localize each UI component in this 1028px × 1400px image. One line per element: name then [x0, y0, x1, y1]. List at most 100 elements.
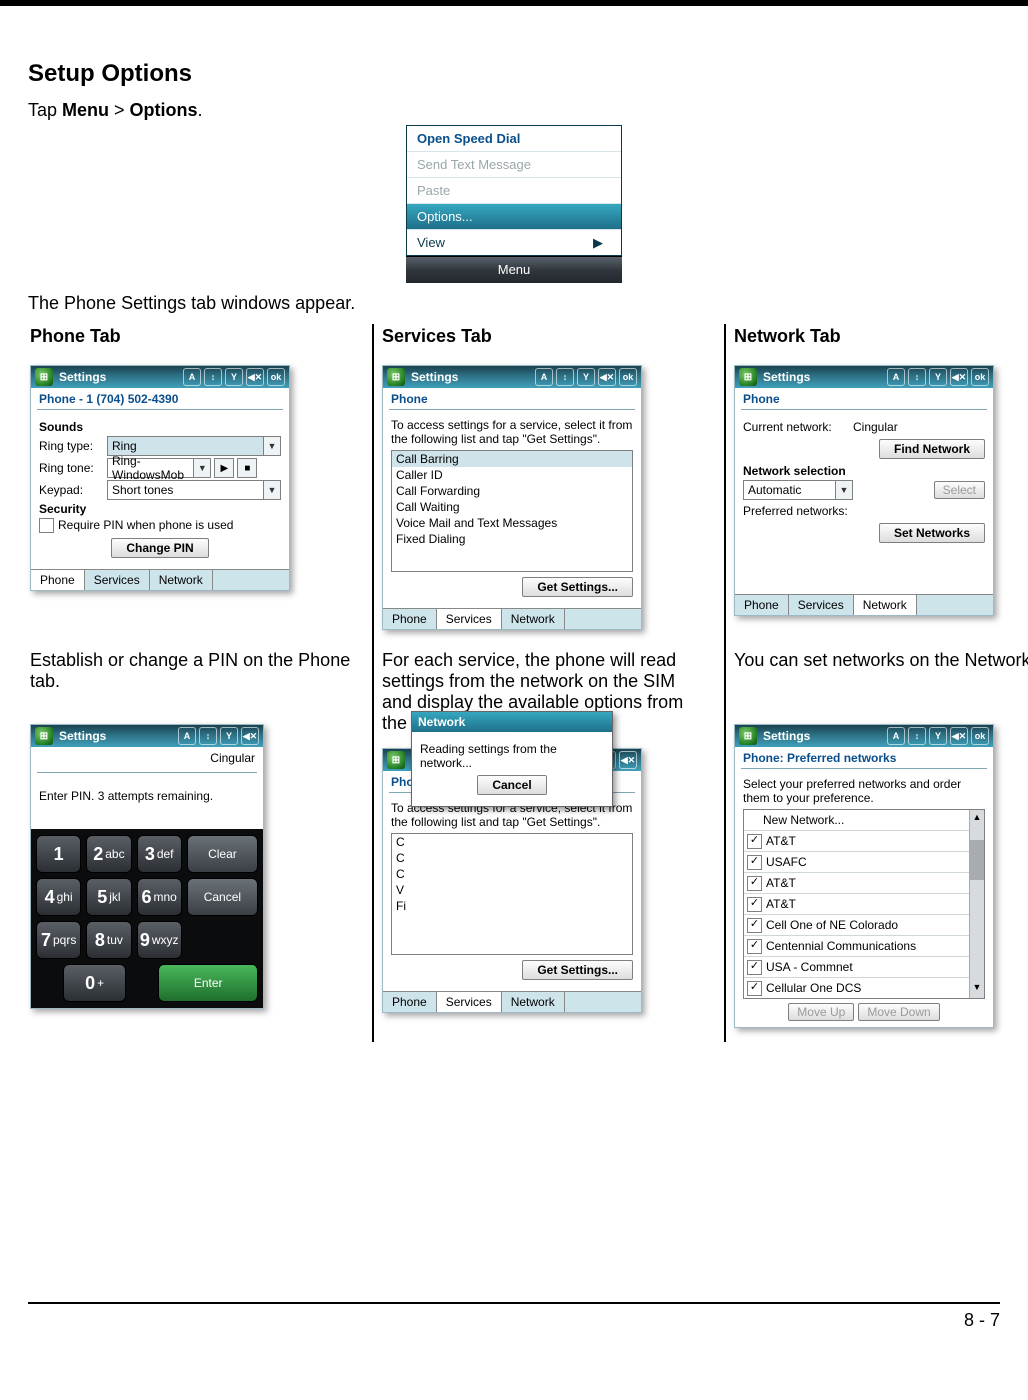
- tab-network[interactable]: Network: [150, 570, 213, 590]
- play-button[interactable]: ▶: [214, 458, 234, 478]
- key-5[interactable]: 5jkl: [86, 878, 131, 916]
- ok-button[interactable]: ok: [267, 368, 285, 386]
- key-2[interactable]: 2abc: [86, 835, 131, 873]
- signal-icon[interactable]: Y: [220, 727, 238, 745]
- scroll-up-icon[interactable]: ▲: [970, 810, 984, 824]
- volume-icon[interactable]: ◀✕: [241, 727, 259, 745]
- signal-icon[interactable]: Y: [225, 368, 243, 386]
- softkey-menu[interactable]: Menu: [406, 256, 622, 283]
- table-row[interactable]: Centennial Communications: [744, 936, 969, 957]
- start-icon[interactable]: ⊞: [739, 727, 757, 745]
- tab-network[interactable]: Network: [854, 595, 917, 615]
- sync-icon[interactable]: ↕: [908, 727, 926, 745]
- key-1[interactable]: 1: [36, 835, 81, 873]
- tab-phone[interactable]: Phone: [383, 992, 437, 1012]
- tab-services[interactable]: Services: [437, 992, 502, 1012]
- key-9[interactable]: 9wxyz: [137, 921, 182, 959]
- pin-checkbox[interactable]: [39, 518, 54, 533]
- list-item[interactable]: Call Waiting: [392, 499, 632, 515]
- key-0[interactable]: 0+: [63, 964, 126, 1002]
- volume-icon[interactable]: ◀✕: [950, 368, 968, 386]
- volume-icon[interactable]: ◀✕: [950, 727, 968, 745]
- key-6[interactable]: 6mno: [137, 878, 182, 916]
- table-row[interactable]: AT&T: [744, 894, 969, 915]
- key-enter[interactable]: Enter: [158, 964, 258, 1002]
- net-checkbox[interactable]: [747, 939, 762, 954]
- start-icon[interactable]: ⊞: [35, 368, 53, 386]
- lock-icon[interactable]: A: [183, 368, 201, 386]
- tab-phone[interactable]: Phone: [31, 570, 85, 590]
- lock-icon[interactable]: A: [887, 368, 905, 386]
- scrollbar[interactable]: ▲ ▼: [969, 810, 984, 998]
- tab-network[interactable]: Network: [502, 992, 565, 1012]
- start-icon[interactable]: ⊞: [387, 751, 405, 769]
- list-item[interactable]: Call Forwarding: [392, 483, 632, 499]
- list-item[interactable]: Voice Mail and Text Messages: [392, 515, 632, 531]
- services-list[interactable]: Call Barring Caller ID Call Forwarding C…: [391, 450, 633, 572]
- sync-icon[interactable]: ↕: [204, 368, 222, 386]
- pin-checkbox-row[interactable]: Require PIN when phone is used: [39, 518, 281, 533]
- ok-button[interactable]: ok: [619, 368, 637, 386]
- sync-icon[interactable]: ↕: [199, 727, 217, 745]
- tab-services[interactable]: Services: [789, 595, 854, 615]
- key-7[interactable]: 7pqrs: [36, 921, 81, 959]
- scroll-thumb[interactable]: [970, 840, 984, 880]
- net-checkbox[interactable]: [747, 855, 762, 870]
- list-item[interactable]: Call Barring: [392, 451, 632, 467]
- signal-icon[interactable]: Y: [929, 368, 947, 386]
- table-row[interactable]: Cell One of NE Colorado: [744, 915, 969, 936]
- table-row[interactable]: AT&T: [744, 873, 969, 894]
- lock-icon[interactable]: A: [887, 727, 905, 745]
- ring-tone-select[interactable]: Ring-WindowsMob▼: [107, 458, 211, 478]
- tab-services[interactable]: Services: [437, 609, 502, 629]
- key-clear[interactable]: Clear: [187, 835, 258, 873]
- signal-icon[interactable]: Y: [929, 727, 947, 745]
- lock-icon[interactable]: A: [535, 368, 553, 386]
- net-checkbox[interactable]: [747, 834, 762, 849]
- net-checkbox[interactable]: [747, 981, 762, 996]
- keypad-select[interactable]: Short tones▼: [107, 480, 281, 500]
- signal-icon[interactable]: Y: [577, 368, 595, 386]
- cancel-button[interactable]: Cancel: [477, 775, 546, 795]
- set-networks-button[interactable]: Set Networks: [879, 523, 985, 543]
- net-checkbox[interactable]: [747, 897, 762, 912]
- start-icon[interactable]: ⊞: [739, 368, 757, 386]
- tab-network[interactable]: Network: [502, 609, 565, 629]
- get-settings-button[interactable]: Get Settings...: [522, 960, 633, 980]
- volume-icon[interactable]: ◀✕: [619, 751, 637, 769]
- scroll-down-icon[interactable]: ▼: [970, 980, 984, 994]
- start-icon[interactable]: ⊞: [35, 727, 53, 745]
- table-row[interactable]: USAFC: [744, 852, 969, 873]
- volume-icon[interactable]: ◀✕: [246, 368, 264, 386]
- menu-view[interactable]: View▶: [407, 230, 621, 255]
- ok-button[interactable]: ok: [971, 368, 989, 386]
- menu-options[interactable]: Options...: [407, 204, 621, 230]
- ring-type-select[interactable]: Ring▼: [107, 436, 281, 456]
- list-item[interactable]: Caller ID: [392, 467, 632, 483]
- tab-phone[interactable]: Phone: [735, 595, 789, 615]
- table-row[interactable]: USA - Commnet: [744, 957, 969, 978]
- network-mode-select[interactable]: Automatic▼: [743, 480, 853, 500]
- networks-table[interactable]: New Network... AT&T USAFC AT&T AT&T Cell…: [743, 809, 985, 999]
- get-settings-button[interactable]: Get Settings...: [522, 577, 633, 597]
- key-3[interactable]: 3def: [137, 835, 182, 873]
- net-checkbox[interactable]: [747, 918, 762, 933]
- table-row[interactable]: Cellular One DCS: [744, 978, 969, 998]
- sync-icon[interactable]: ↕: [556, 368, 574, 386]
- key-4[interactable]: 4ghi: [36, 878, 81, 916]
- net-checkbox[interactable]: [747, 960, 762, 975]
- change-pin-button[interactable]: Change PIN: [111, 538, 208, 558]
- menu-open-speed-dial[interactable]: Open Speed Dial: [407, 126, 621, 152]
- list-item[interactable]: Fixed Dialing: [392, 531, 632, 547]
- ok-button[interactable]: ok: [971, 727, 989, 745]
- key-cancel[interactable]: Cancel: [187, 878, 258, 916]
- tab-services[interactable]: Services: [85, 570, 150, 590]
- table-row[interactable]: New Network...: [744, 810, 969, 831]
- find-network-button[interactable]: Find Network: [879, 439, 985, 459]
- stop-button[interactable]: ■: [237, 458, 257, 478]
- start-icon[interactable]: ⊞: [387, 368, 405, 386]
- volume-icon[interactable]: ◀✕: [598, 368, 616, 386]
- key-8[interactable]: 8tuv: [86, 921, 131, 959]
- sync-icon[interactable]: ↕: [908, 368, 926, 386]
- table-row[interactable]: AT&T: [744, 831, 969, 852]
